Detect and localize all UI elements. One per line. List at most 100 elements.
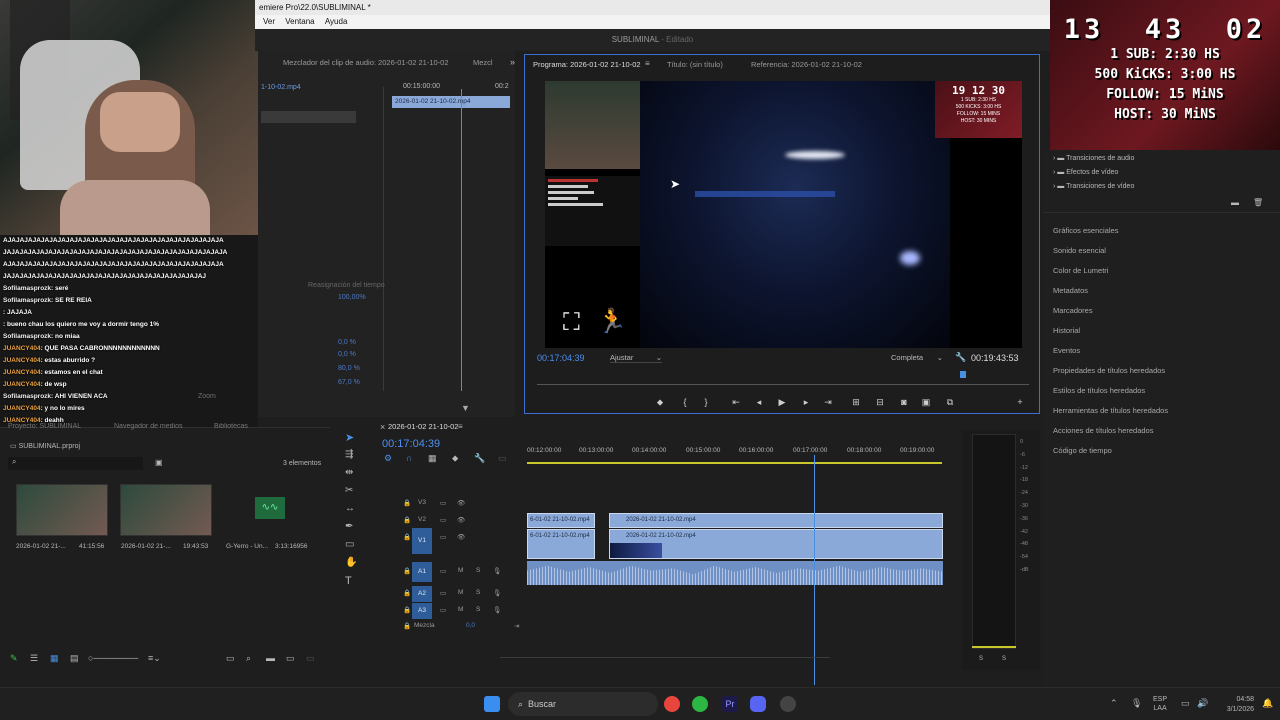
panel-lumetri-color[interactable]: Color de Lumetri [1043,261,1280,281]
new-bin-icon[interactable]: ▣ [155,458,163,467]
solo-button[interactable]: S [476,589,480,596]
opacity-value[interactable]: 100,00% [338,294,366,301]
eye-icon[interactable]: 👁 [457,533,465,541]
export-frame-icon[interactable]: ⧉ [945,397,955,407]
network-icon[interactable]: ▭ [1181,698,1190,709]
pen-icon[interactable]: ✒ [345,521,353,532]
media-thumbnail[interactable] [16,484,108,536]
panel-essential-sound[interactable]: Sonido esencial [1043,241,1280,261]
menu-icon[interactable]: ≡ [645,59,650,68]
audio-clip[interactable] [527,561,943,585]
taskbar-search[interactable]: ⌕ Buscar [508,692,658,716]
mute-button[interactable]: M [458,606,463,613]
lock-icon[interactable]: 🔒 [403,516,411,524]
in-point-icon[interactable]: { [680,397,690,407]
new-item-icon[interactable]: ▭ [286,653,295,664]
pencil-icon[interactable]: ✎ [10,653,18,664]
sync-icon[interactable]: ▭ [440,516,446,524]
playhead[interactable] [461,89,462,391]
lock-icon[interactable]: 🔒 [403,499,411,507]
video-clip[interactable]: 6-01-02 21-10-02.mp4 [527,513,595,528]
panel-legacy-title-properties[interactable]: Propiedades de títulos heredados [1043,361,1280,381]
tab-program[interactable]: Programa: 2026-01-02 21-10-02 [533,57,641,73]
mic-icon[interactable]: 🎙 [493,589,501,597]
lock-icon[interactable]: 🔒 [403,567,411,575]
type-tool-icon[interactable]: T [345,575,352,587]
discord-icon[interactable] [750,696,766,712]
video-frame[interactable]: 19 12 30 1 SUB: 2:30 HS 500 KICKS: 3:00 … [545,81,1022,348]
freeform-view-icon[interactable]: ▤ [70,653,79,664]
find-icon[interactable]: ⌕ [246,653,251,664]
timeline-timecode[interactable]: 00:17:04:39 [382,438,440,450]
settings-wrench-icon[interactable]: 🔧 [474,453,485,464]
panel-metadata[interactable]: Metadatos [1043,281,1280,301]
property-value[interactable]: 67,0 % [338,379,360,386]
panel-legacy-title-styles[interactable]: Estilos de títulos heredados [1043,381,1280,401]
ripple-edit-icon[interactable]: ⇹ [345,467,353,478]
tree-video-transitions[interactable]: › ▬ Transiciones de vídeo [1043,180,1280,194]
lock-icon[interactable]: 🔒 [403,622,411,630]
menu-icon[interactable]: ≡ [458,422,463,431]
wrench-icon[interactable]: 🔧 [955,352,966,363]
horizontal-scrollbar[interactable] [500,657,830,658]
mute-button[interactable]: M [458,589,463,596]
whatsapp-icon[interactable] [692,696,708,712]
panel-overflow-icon[interactable]: » [510,57,515,67]
lock-icon[interactable]: 🔒 [403,533,411,541]
program-scrubber[interactable] [537,384,1029,385]
premiere-pro-icon[interactable]: Pr [722,696,738,712]
media-thumbnail[interactable] [120,484,212,536]
work-area-bar[interactable] [527,462,942,464]
menu-ayuda[interactable]: Ayuda [325,17,348,26]
mic-icon[interactable]: 🎙 [493,606,501,614]
folder-icon[interactable]: ▬ [266,653,275,663]
tab-project[interactable]: Proyecto: SUBLIMINAL [8,423,81,430]
snap-icon[interactable]: ∩ [406,453,412,463]
project-search-input[interactable]: ⌕ [8,457,143,470]
sync-icon[interactable]: ▭ [440,606,446,614]
lock-icon[interactable]: 🔒 [403,606,411,614]
mix-value[interactable]: 0,0 [466,622,475,629]
mic-icon[interactable]: 🎙 [493,567,501,575]
add-marker-icon[interactable]: ⬥ [452,453,458,464]
nest-icon[interactable]: ⚙ [384,453,392,464]
go-to-in-icon[interactable]: ⇤ [731,397,741,407]
solo-button[interactable]: S [476,606,480,613]
zoom-slider[interactable]: ○─────── [88,653,138,663]
time-ruler[interactable]: 00:12:00:00 00:13:00:00 00:14:00:00 00:1… [527,447,942,461]
step-forward-icon[interactable]: ▸ [801,397,811,407]
razor-icon[interactable]: ✂ [345,485,353,496]
clock[interactable]: 04:58 3/1/2026 [1216,695,1254,715]
solo-right-button[interactable]: S [1002,656,1006,662]
sync-icon[interactable]: ▭ [440,567,446,575]
timeline-close-icon[interactable]: × [380,422,385,432]
eye-icon[interactable]: 👁 [457,499,465,507]
camera-icon[interactable]: ◙ [899,397,909,407]
property-value[interactable]: 0,0 % [338,339,356,346]
sync-icon[interactable]: ▭ [440,499,446,507]
filter-icon[interactable]: ▼ [461,403,470,413]
new-bin-icon[interactable]: ▬ [1231,198,1239,207]
captions-icon[interactable]: ▭ [498,453,507,464]
track-target-a1[interactable]: A1 [412,562,432,582]
menu-ver[interactable]: Ver [263,17,275,26]
tab-media-browser[interactable]: Navegador de medios [114,423,183,430]
menu-ventana[interactable]: Ventana [285,17,314,26]
panel-history[interactable]: Historial [1043,321,1280,341]
audio-waveform-icon[interactable]: ∿∿ [255,497,285,519]
solo-left-button[interactable]: S [979,656,983,662]
extract-icon[interactable]: ⊟ [875,397,885,407]
clip-bar[interactable]: 2026-01-02 21-10-02.mp4 [392,96,510,108]
out-point-icon[interactable]: } [701,397,711,407]
panel-essential-graphics[interactable]: Gráficos esenciales [1043,221,1280,241]
tab-reference[interactable]: Referencia: 2026-01-02 21-10-02 [751,57,862,73]
program-timecode[interactable]: 00:17:04:39 [537,353,585,363]
tree-audio-transitions[interactable]: › ▬ Transiciones de audio [1043,152,1280,166]
timeline-playhead[interactable] [814,455,816,685]
tray-overflow-icon[interactable]: ⌃ [1110,698,1118,709]
lock-icon[interactable]: 🔒 [403,589,411,597]
tab-title[interactable]: Título: (sin título) [667,57,723,73]
go-to-out-icon[interactable]: ⇥ [823,397,833,407]
chrome-icon[interactable] [664,696,680,712]
play-icon[interactable]: ▶ [777,397,787,407]
